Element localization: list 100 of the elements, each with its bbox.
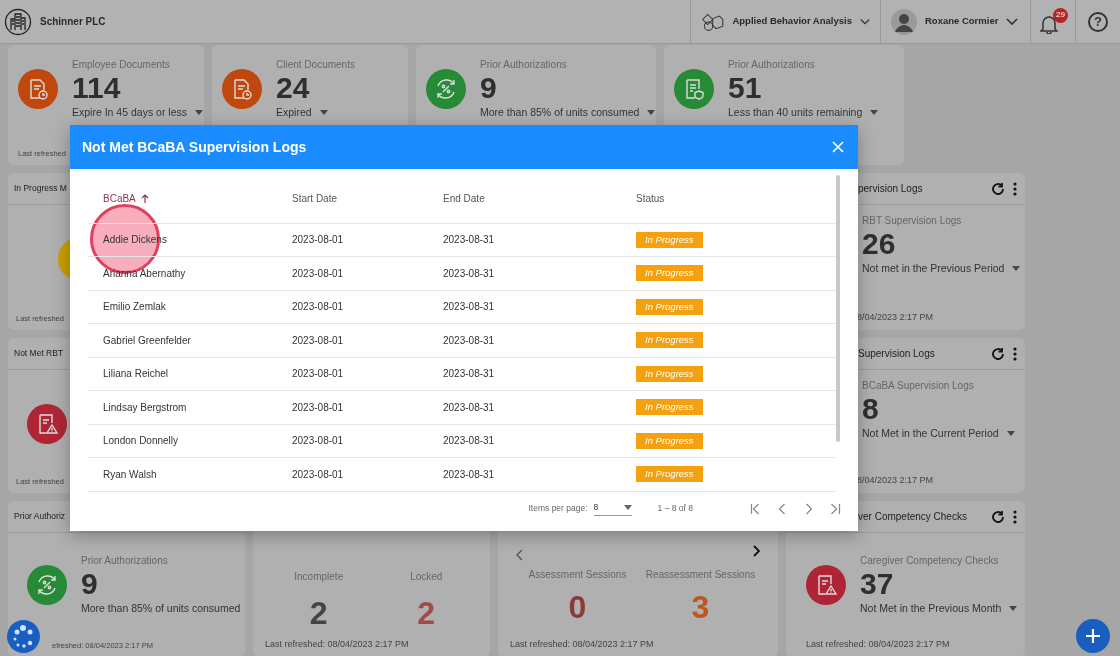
logo-icon <box>4 7 32 36</box>
stat-label: Employee Documents <box>72 58 171 72</box>
table-cell: 2023-08-01 <box>292 357 443 391</box>
metric-label: Locked <box>410 570 443 584</box>
filter-dropdown[interactable]: Not Met in the Previous Month <box>860 600 1018 617</box>
more-icon[interactable] <box>1013 181 1017 196</box>
chevron-down-icon <box>859 17 870 26</box>
stat-label: Prior Authorizations <box>81 554 169 568</box>
more-icon[interactable] <box>1013 509 1017 524</box>
metric-value: 2 <box>309 596 328 632</box>
chevron-left-icon[interactable] <box>516 549 524 561</box>
column-header[interactable]: Start Date <box>292 174 443 223</box>
notification-count: 29 <box>1053 7 1068 23</box>
status-badge: In Progress <box>636 432 703 449</box>
column-header[interactable]: BCaBA <box>88 174 292 223</box>
table-cell: 2023-08-01 <box>292 457 443 491</box>
stat-value: 9 <box>480 72 498 104</box>
metric-value: 3 <box>691 590 710 626</box>
avatar-icon <box>891 8 917 35</box>
more-icon[interactable] <box>1013 346 1017 361</box>
stat-value: 37 <box>860 568 895 600</box>
caret-icon <box>647 109 656 115</box>
refreshed-time: Last refreshed: 08/04/2023 2:17 PM <box>265 637 410 651</box>
stat-value: 24 <box>276 72 311 104</box>
stat-label: Prior Authorizations <box>728 58 816 72</box>
chevron-right-icon[interactable] <box>752 545 760 557</box>
widget-title: Prior Authoriz <box>14 510 66 523</box>
page-size-label: Items per page: <box>528 502 588 515</box>
status-badge: In Progress <box>636 365 703 382</box>
stat-value: 51 <box>728 72 763 104</box>
filter-dropdown[interactable]: Expire In 45 days or less <box>72 104 203 121</box>
table-cell: 2023-08-31 <box>443 323 636 357</box>
plus-icon <box>1085 628 1101 644</box>
arrow-up-icon <box>140 194 149 205</box>
metric-label: Incomplete <box>294 570 344 584</box>
stat-label: BCaBA Supervision Logs <box>862 379 975 393</box>
bell-icon <box>1040 13 1058 34</box>
caret-icon <box>319 109 328 115</box>
table-cell: 2023-08-01 <box>292 223 443 257</box>
caret-icon <box>870 109 879 115</box>
table-cell: Liliana Reichel <box>88 357 292 391</box>
table-cell: Gabriel Greenfelder <box>88 323 292 357</box>
company-name: Schinner PLC <box>40 15 106 29</box>
caret-icon <box>1009 605 1018 611</box>
status-badge: In Progress <box>636 231 703 248</box>
stat-label: Client Documents <box>276 58 355 72</box>
table-cell: Lindsay Bergstrom <box>88 390 292 424</box>
table-cell: London Donnelly <box>88 424 292 458</box>
user-menu[interactable]: Roxane Cormier <box>880 0 1030 43</box>
add-button[interactable] <box>1076 619 1110 653</box>
table-cell: 2023-08-31 <box>443 223 636 257</box>
help-button[interactable]: ? <box>1088 11 1108 32</box>
filter-dropdown[interactable]: More than 85% of units consumed <box>81 600 245 617</box>
filter-dropdown[interactable]: Expired <box>276 104 328 121</box>
filter-dropdown[interactable]: Not met in the Previous Period <box>862 260 1021 277</box>
table-cell: Addie Dickens <box>88 223 292 257</box>
stat-value: 26 <box>862 228 897 260</box>
refresh-icon[interactable] <box>991 509 1005 524</box>
stat-label: RBT Supervision Logs <box>862 214 963 228</box>
widget-title: pervision Logs <box>858 182 923 196</box>
widget-title: ver Competency Checks <box>858 510 967 524</box>
table-cell: 2023-08-01 <box>292 290 443 324</box>
table-cell: 2023-08-31 <box>443 357 636 391</box>
caret-icon <box>623 504 632 510</box>
refresh-icon[interactable] <box>991 346 1005 361</box>
table-cell: 2023-08-31 <box>443 256 636 290</box>
caret-icon <box>1012 265 1021 271</box>
status-badge: In Progress <box>636 399 703 416</box>
filter-dropdown[interactable]: More than 85% of units consumed <box>480 104 656 121</box>
page-range: 1 – 8 of 8 <box>657 502 693 515</box>
stat-value: 9 <box>81 568 99 600</box>
notification-button[interactable]: 29 <box>1038 7 1068 36</box>
status-badge: In Progress <box>636 332 703 349</box>
refreshed-time: 8/04/2023 2:17 PM <box>857 473 935 487</box>
status-badge: In Progress <box>636 298 703 315</box>
table-cell: 2023-08-31 <box>443 457 636 491</box>
caret-icon <box>1006 430 1015 436</box>
widget-title: Not Met RBT <box>14 347 64 360</box>
dialog-title: Not Met BCaBA Supervision Logs <box>82 137 307 157</box>
refresh-icon[interactable] <box>991 181 1005 196</box>
column-header[interactable]: End Date <box>443 174 636 223</box>
table-cell: Emilio Zemlak <box>88 290 292 324</box>
table-cell: 2023-08-31 <box>443 290 636 324</box>
chevron-down-icon <box>1006 17 1019 26</box>
stat-value: 8 <box>862 393 880 425</box>
metric-label: Assessment Sessions <box>528 568 627 582</box>
table-cell: 2023-08-31 <box>443 424 636 458</box>
close-icon[interactable] <box>832 141 844 153</box>
stat-label: Caregiver Competency Checks <box>860 554 1000 568</box>
page-size-select[interactable]: 8 <box>593 500 632 517</box>
status-badge: In Progress <box>636 265 703 282</box>
refreshed-time: Last refreshed: 08/04/2023 2:17 PM <box>510 637 655 651</box>
filter-dropdown[interactable]: Less than 40 units remaining <box>728 104 879 121</box>
department-selector[interactable]: Applied Behavior Analysis <box>690 0 880 43</box>
table-cell: 2023-08-31 <box>443 390 636 424</box>
metric-value: 2 <box>417 596 436 632</box>
scrollbar[interactable] <box>836 175 840 442</box>
filter-dropdown[interactable]: Not Met in the Current Period <box>862 425 1015 442</box>
status-badge: In Progress <box>636 466 703 483</box>
refreshed-time: Last refreshed: 08/04/2023 2:17 PM <box>806 637 951 651</box>
